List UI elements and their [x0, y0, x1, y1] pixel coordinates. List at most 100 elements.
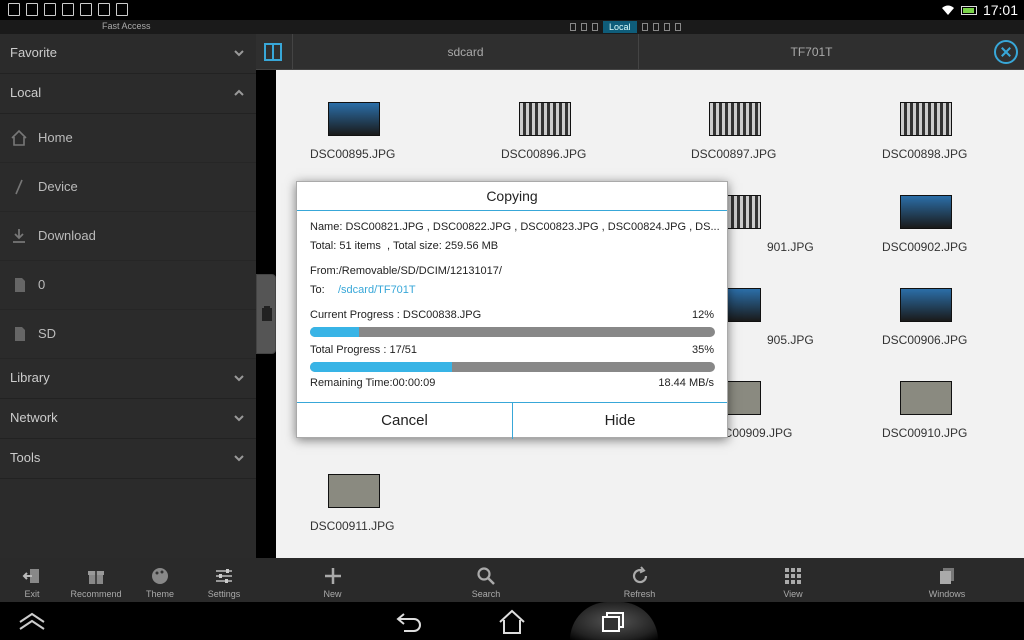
sliders-icon	[216, 569, 232, 583]
back-icon[interactable]	[390, 608, 430, 636]
toolbar-label: View	[783, 589, 803, 599]
sidebar-section-network[interactable]: Network	[0, 399, 256, 439]
sidebar-item-label: Home	[38, 130, 73, 145]
path-segment-sdcard[interactable]: sdcard	[292, 34, 638, 70]
toolbar-label: Recommend	[70, 589, 122, 599]
to-path-text: /sdcard/TF701T	[338, 284, 416, 296]
window-tab-icon[interactable]	[663, 23, 670, 31]
window-switch-icon[interactable]	[262, 41, 284, 63]
sidebar-item-label: SD	[38, 326, 57, 341]
plus-icon	[324, 568, 341, 584]
window-tab-icon[interactable]	[652, 23, 659, 31]
sidebar-item-0[interactable]: 0	[0, 261, 256, 310]
exit-button[interactable]: Exit	[0, 558, 64, 602]
view-button[interactable]: View	[716, 558, 870, 602]
current-progress-label: Current Progress : DSC00838.JPG	[310, 309, 482, 321]
sidebar-item-label: Download	[38, 228, 96, 243]
sidebar-item-sd[interactable]: SD	[0, 310, 256, 359]
window-tab-icon[interactable]	[581, 23, 587, 31]
total-progress-label: Total Progress : 17/51	[310, 344, 418, 356]
gift-icon	[88, 571, 104, 584]
file-name: DSC00909.JPG	[707, 426, 793, 440]
sidebar-item-home[interactable]: Home	[0, 114, 256, 163]
refresh-button[interactable]: Refresh	[563, 558, 716, 602]
file-name: DSC00896.JPG	[501, 147, 587, 161]
file-item[interactable]: DSC00911.JPG	[310, 442, 460, 533]
close-icon[interactable]	[994, 40, 1018, 64]
hash-icon	[98, 3, 110, 16]
recent-apps-icon[interactable]	[594, 608, 634, 636]
tab-local[interactable]: Local	[603, 21, 637, 33]
window-tab-icon[interactable]	[641, 23, 648, 31]
cancel-button[interactable]: Cancel	[297, 403, 512, 439]
wifi-icon	[941, 4, 955, 16]
window-tab-icon[interactable]	[570, 23, 576, 31]
image-thumbnail	[328, 102, 380, 136]
window-tabs: Local	[570, 21, 681, 33]
windows-button[interactable]: Windows	[870, 558, 1024, 602]
sidebar-item-label: 0	[38, 277, 46, 292]
sidebar-section-label: Library	[10, 370, 50, 385]
home-icon[interactable]	[492, 608, 532, 636]
check-icon	[116, 3, 128, 16]
sdcard-icon	[15, 327, 25, 341]
image-thumbnail	[519, 102, 571, 136]
chevron-up-icon	[234, 89, 244, 96]
fast-access-label[interactable]: Fast Access	[102, 21, 151, 31]
file-item[interactable]: DSC00902.JPG	[882, 163, 1024, 254]
file-item[interactable]: DSC00897.JPG	[691, 70, 841, 161]
access-bar: Fast Access Local	[0, 20, 1024, 34]
file-item[interactable]: DSC00896.JPG	[501, 70, 651, 161]
toolbar-label: Exit	[24, 589, 40, 599]
music-icon	[80, 3, 92, 16]
sidebar-section-label: Local	[10, 85, 42, 100]
file-item[interactable]: DSC00895.JPG	[310, 70, 460, 161]
sidebar-section-library[interactable]: Library	[0, 359, 256, 399]
total-progress-bar	[310, 362, 715, 372]
file-item[interactable]: DSC00898.JPG	[882, 70, 1024, 161]
search-button[interactable]: Search	[409, 558, 563, 602]
chevron-down-icon	[234, 50, 244, 57]
transfer-speed-text: 18.44 MB/s	[658, 377, 714, 389]
exit-icon	[22, 569, 39, 583]
hide-button[interactable]: Hide	[512, 403, 727, 439]
search-icon	[477, 567, 495, 585]
path-bar: sdcard TF701T	[256, 34, 1024, 70]
total-size-text: Total: 51 items , Total size: 259.56 MB	[310, 240, 499, 252]
toolbar-label: Refresh	[623, 589, 656, 599]
theme-button[interactable]: Theme	[128, 558, 192, 602]
window-tab-icon[interactable]	[592, 23, 598, 31]
new-button[interactable]: New	[256, 558, 409, 602]
window-tab-icon[interactable]	[674, 23, 681, 31]
file-name: DSC00906.JPG	[882, 333, 968, 347]
path-segment-tf701t[interactable]: TF701T	[638, 34, 984, 70]
sidebar-section-label: Favorite	[10, 45, 57, 60]
status-bar: 17:01	[0, 0, 1024, 20]
file-name: DSC00911.JPG	[310, 519, 395, 533]
sidebar-section-favorite[interactable]: Favorite	[0, 34, 256, 74]
chevron-down-icon	[234, 375, 244, 382]
recommend-button[interactable]: Recommend	[64, 558, 128, 602]
file-item[interactable]: DSC00910.JPG	[882, 349, 1024, 440]
image-thumbnail	[900, 102, 952, 136]
dialog-title: Copying	[297, 182, 727, 211]
from-path-text: From:/Removable/SD/DCIM/12131017/	[310, 265, 502, 277]
sidebar-drag-handle[interactable]	[256, 274, 276, 354]
sidebar-section-tools[interactable]: Tools	[0, 439, 256, 479]
sidebar-item-device[interactable]: Device	[0, 163, 256, 212]
file-name: DSC00897.JPG	[691, 147, 777, 161]
notification-icons	[8, 3, 128, 16]
slash-icon	[15, 179, 23, 195]
file-icon	[62, 3, 74, 16]
status-right: 17:01	[941, 2, 1018, 18]
image-thumbnail	[709, 102, 761, 136]
sidebar-section-label: Tools	[10, 450, 41, 465]
chevron-down-icon	[234, 455, 244, 462]
file-name: DSC00902.JPG	[882, 240, 968, 254]
sidebar-item-download[interactable]: Download	[0, 212, 256, 261]
file-item[interactable]: DSC00906.JPG	[882, 256, 1024, 347]
chevron-up-icon[interactable]	[12, 608, 52, 636]
settings-button[interactable]: Settings	[192, 558, 256, 602]
n-icon	[44, 3, 56, 16]
sidebar-section-local[interactable]: Local	[0, 74, 256, 114]
